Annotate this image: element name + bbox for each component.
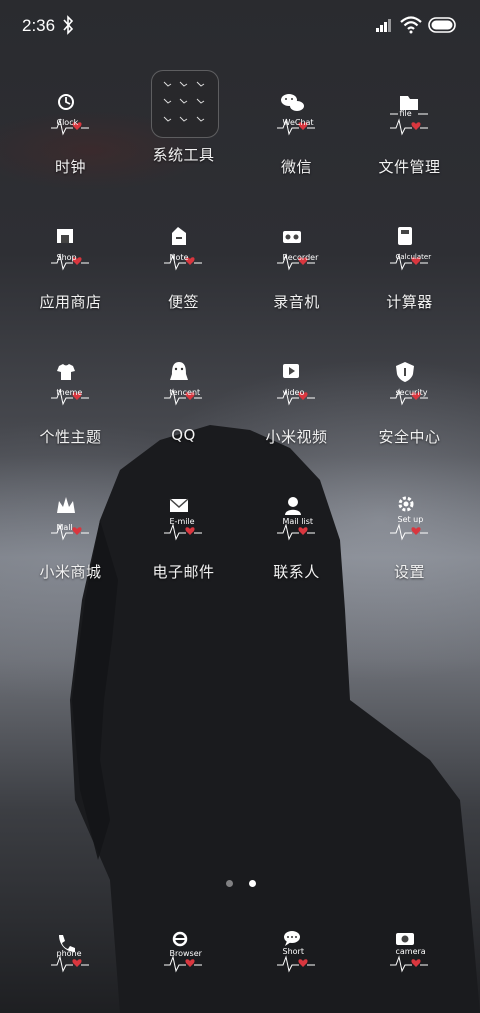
- app-clock[interactable]: Clock 时钟: [14, 82, 127, 177]
- shop-icon: [50, 229, 89, 271]
- app-label: 系统工具: [152, 146, 215, 164]
- theme-icon: [50, 364, 89, 406]
- app-label: 文件管理: [378, 158, 441, 176]
- app-label: 计算器: [386, 293, 433, 311]
- app-label: 录音机: [273, 293, 320, 311]
- app-label: 安全中心: [378, 428, 441, 446]
- app-label: 应用商店: [39, 293, 102, 311]
- icon-caption: phone: [56, 949, 82, 958]
- icon-caption: E-mile: [169, 517, 195, 526]
- app-recorder[interactable]: Recorder 录音机: [240, 217, 353, 312]
- icon-caption: Short: [282, 947, 304, 956]
- app-themes[interactable]: theme 个性主题: [14, 352, 127, 447]
- icon-caption: Browser: [169, 949, 202, 958]
- app-notes[interactable]: Note 便签: [127, 217, 240, 312]
- signal-icon: [376, 19, 391, 32]
- app-wechat[interactable]: WeChat 微信: [240, 82, 353, 177]
- page-dot[interactable]: [226, 880, 233, 887]
- icon-caption: video: [282, 388, 305, 397]
- app-label: 设置: [393, 563, 425, 581]
- app-calculator[interactable]: Calculater 计算器: [353, 217, 466, 312]
- app-store[interactable]: Shop 应用商店: [14, 217, 127, 312]
- security-icon: [389, 362, 428, 406]
- icon-caption: Shop: [56, 253, 77, 262]
- app-mi-mall[interactable]: Mall 小米商城: [14, 487, 127, 582]
- app-label: 小米商城: [39, 563, 102, 581]
- app-contacts[interactable]: Mail list 联系人: [240, 487, 353, 582]
- app-label: 微信: [280, 158, 312, 176]
- icon-caption: Calculater: [395, 253, 432, 261]
- page-indicator[interactable]: [226, 872, 267, 891]
- mall-icon: [50, 497, 89, 541]
- wifi-icon: [400, 16, 422, 34]
- qq-icon: [163, 362, 202, 406]
- recorder-icon: [276, 231, 315, 271]
- icon-caption: security: [395, 388, 428, 397]
- icon-caption: file: [399, 109, 412, 118]
- app-security-center[interactable]: security 安全中心: [353, 352, 466, 447]
- app-email[interactable]: E-mile 电子邮件: [127, 487, 240, 582]
- app-label: QQ: [171, 426, 196, 444]
- dock-messages[interactable]: Short: [240, 925, 353, 989]
- icon-caption: theme: [56, 388, 83, 397]
- icon-caption: Note: [169, 253, 189, 262]
- dock-browser[interactable]: Browser: [127, 925, 240, 989]
- calculator-icon: [389, 227, 428, 271]
- app-folder-system-tools[interactable]: 系统工具: [127, 70, 240, 165]
- battery-icon: [428, 17, 456, 33]
- bluetooth-icon: [63, 15, 74, 35]
- app-file-manager[interactable]: file 文件管理: [353, 82, 466, 177]
- app-settings[interactable]: Set up 设置: [353, 487, 466, 582]
- icon-caption: tencent: [169, 388, 201, 397]
- page-dot-active[interactable]: [249, 880, 257, 887]
- app-label: 便签: [167, 293, 199, 311]
- app-qq[interactable]: tencent QQ: [127, 352, 240, 444]
- wechat-icon: [276, 94, 315, 136]
- dock-camera[interactable]: camera: [353, 925, 466, 989]
- icon-caption: Recorder: [282, 253, 319, 262]
- icon-caption: Mail list: [282, 517, 314, 526]
- app-label: 时钟: [54, 158, 86, 176]
- app-mi-video[interactable]: video 小米视频: [240, 352, 353, 447]
- note-icon: [163, 227, 202, 271]
- icon-caption: camera: [395, 947, 426, 956]
- camera-icon: [389, 933, 428, 973]
- icon-caption: WeChat: [282, 118, 314, 127]
- app-label: 小米视频: [265, 428, 328, 446]
- icon-caption: Set up: [397, 515, 424, 524]
- status-bar: 2:36: [0, 0, 480, 52]
- clock-icon: [50, 94, 89, 136]
- icon-caption: Mall: [56, 523, 73, 532]
- dock-phone[interactable]: phone: [14, 925, 127, 989]
- icon-caption: Clock: [56, 118, 79, 127]
- messages-icon: [276, 931, 315, 973]
- folder-mini-icons: [163, 81, 204, 122]
- app-label: 电子邮件: [152, 563, 215, 581]
- app-label: 个性主题: [39, 428, 102, 446]
- app-label: 联系人: [273, 563, 320, 581]
- video-icon: [276, 364, 315, 406]
- status-time: 2:36: [22, 16, 56, 35]
